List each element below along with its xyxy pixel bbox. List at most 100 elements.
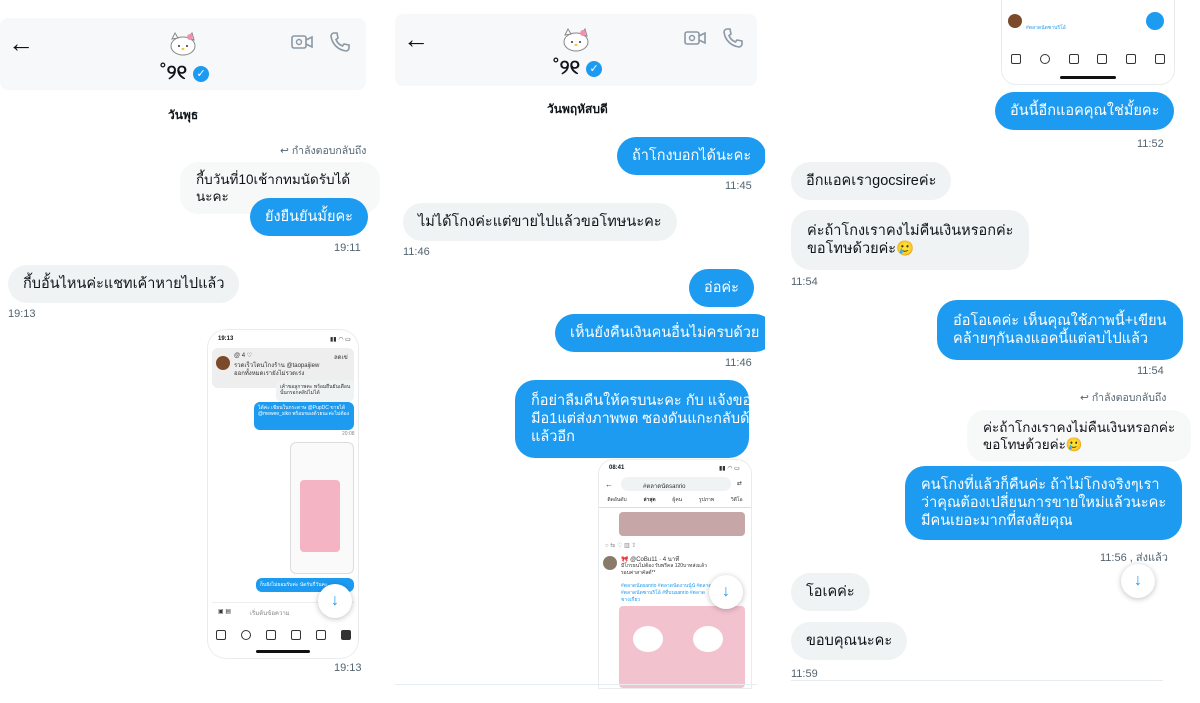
shot-tab-bar <box>208 628 358 642</box>
hello-kitty-avatar-icon[interactable] <box>166 30 200 58</box>
shot-kitty-face <box>693 626 723 652</box>
divider <box>791 680 1163 681</box>
message-timestamp: 11:59 <box>791 668 818 680</box>
contact-name-text: ˚୨୧ <box>553 57 581 79</box>
shot-tab-bar <box>1002 52 1174 66</box>
quoted-line: ขอโทษด้วยค่ะ🥲 <box>983 437 1083 452</box>
day-separator: วันพฤหัสบดี <box>547 102 608 116</box>
message-line: แล้วอีก <box>531 429 575 445</box>
verified-badge-icon: ✓ <box>193 65 210 82</box>
message-line: มีอ1แต่ส่งภาพพต ซองดันแกะกลับด้าน <box>531 411 765 427</box>
shot-status-time: 08:41 <box>609 465 625 471</box>
conversation-panel-2: ← ˚୨୧ ✓ วันพฤหัสบดี ถ้าโกงบอกได้นะคะ 11:… <box>395 0 765 703</box>
shot-notification-close: ลดเข่ <box>334 355 348 361</box>
shot-post-text: รอบค่าสาคัลต์** <box>621 570 656 576</box>
communities-icon <box>290 630 301 640</box>
shot-blue-time: 20:08 <box>342 431 355 437</box>
message-line: คนโกงที่แล้วก็คืนค่ะ ถ้าไม่โกงจริงๆเรา <box>921 477 1160 493</box>
shot-back-icon: ← <box>605 480 613 489</box>
shot-post-actions: ○ ⇆ ♡ ▥ ⇪ <box>605 543 637 549</box>
divider <box>395 684 757 685</box>
message-line: ก็อย่าลืมคืนให้ครบนะคะ กับ แจ้งของ <box>531 393 759 409</box>
communities-icon <box>1097 54 1108 64</box>
incoming-message[interactable]: ไม่ได้โกงค่ะแต่ขายไปแล้วขอโทษนะคะ <box>403 203 677 241</box>
phone-call-icon[interactable] <box>328 30 352 54</box>
compose-icon <box>1068 54 1079 64</box>
shot-tab: ล่าสุด <box>643 497 656 503</box>
message-timestamp: 11:46 <box>725 357 752 369</box>
shot-home-indicator <box>256 650 310 653</box>
message-line: ขอโทษด้วยค่ะ🥲 <box>807 241 915 257</box>
message-line: มีคนเยอะมากที่สงสัยคุณ <box>921 513 1073 529</box>
shot-tab: วิดีโอ <box>730 497 743 503</box>
search-icon <box>240 630 251 640</box>
scroll-down-button[interactable]: ↓ <box>709 575 743 609</box>
contact-name-text: ˚୨୧ <box>160 62 188 84</box>
shot-tab: ผู้คน <box>672 497 683 503</box>
conversation-panel-1: ← ˚୨୧ ✓ วันพุธ ↩ กำลังตอบกลับถึง กี้บวันท… <box>0 0 380 703</box>
shot-notification-text2: ออกทั้งหมดเรายังไม่รวดเร่ง <box>234 371 305 377</box>
video-call-icon[interactable] <box>290 30 314 54</box>
outgoing-message[interactable]: อ่อค่ะ <box>689 269 754 307</box>
message-line: ค่ะถ้าโกงเราคงไม่คืนเงินหรอกค่ะ <box>807 223 1014 239</box>
message-timestamp: 19:13 <box>8 308 36 320</box>
reply-label-text: กำลังตอบกลับถึง <box>1091 392 1167 404</box>
outgoing-message[interactable]: ก็อย่าลืมคืนให้ครบนะคะ กับ แจ้งของ มีอ1แ… <box>515 380 765 458</box>
video-call-icon[interactable] <box>683 26 707 50</box>
back-arrow-icon[interactable]: ← <box>403 26 429 52</box>
shot-notification-user: @ 4 ♡ <box>234 353 253 359</box>
shot-input-placeholder: เริ่มต้นข้อความ <box>250 611 290 617</box>
outgoing-message[interactable]: คนโกงที่แล้วก็คืนค่ะ ถ้าไม่โกงจริงๆเรา ว… <box>905 466 1183 540</box>
scroll-down-button[interactable]: ↓ <box>318 584 352 618</box>
outgoing-message[interactable]: เห็นยังคืนเงินคนอื่นไม่ครบด้วย <box>555 314 765 352</box>
quoted-message[interactable]: ค่ะถ้าโกงเราคงไม่คืนเงินหรอกค่ะ ขอโทษด้ว… <box>967 410 1192 462</box>
incoming-message[interactable]: โอเคค่ะ <box>791 573 870 611</box>
scroll-down-button[interactable]: ↓ <box>1121 564 1155 598</box>
phone-call-icon[interactable] <box>721 26 745 50</box>
bell-icon <box>1125 54 1136 64</box>
shot-kitty-face <box>633 626 663 652</box>
shot-image-icon: ▣ ▤ <box>218 609 232 615</box>
verified-badge-icon: ✓ <box>586 60 603 77</box>
reply-arrow-icon: ↩ <box>1080 391 1089 404</box>
home-icon <box>215 630 226 640</box>
reply-label-text: กำลังตอบกลับถึง <box>291 145 367 157</box>
back-arrow-icon[interactable]: ← <box>8 30 34 56</box>
incoming-message[interactable]: ค่ะถ้าโกงเราคงไม่คืนเงินหรอกค่ะ ขอโทษด้ว… <box>791 210 1030 270</box>
shot-fab <box>1146 12 1164 30</box>
shot-home-indicator <box>1060 76 1116 79</box>
replying-to-label: ↩ กำลังตอบกลับถึง <box>1080 389 1166 406</box>
message-timestamp: 19:11 <box>334 242 361 254</box>
reply-arrow-icon: ↩ <box>280 144 289 157</box>
shot-status-icons: ▮▮ ◠ ▭ <box>719 466 740 472</box>
attached-screenshot-image[interactable]: #ตลาดนัดซานริโอ้ <box>1002 0 1174 84</box>
shot-post-hashtags: ชางเกี่ยว <box>621 597 641 603</box>
incoming-message[interactable]: กี้บอั้นไหนค่ะแชทเค้าหายไปแล้ว <box>8 265 240 303</box>
contact-name: ˚୨୧ ✓ <box>160 62 210 85</box>
outgoing-message[interactable]: อ๋อโอเคค่ะ เห็นคุณใช้ภาพนี้+เขียน คล้ายๆ… <box>937 300 1183 360</box>
outgoing-message[interactable]: ยังยืนยันมั้ยคะ <box>250 198 368 236</box>
incoming-message[interactable]: อีกแอคเราgocsireค่ะ <box>791 162 952 200</box>
message-line: คล้ายๆกันลงแอคนี้แต่ลบไปแล้ว <box>953 331 1149 347</box>
conversation-panel-3: #ตลาดนัดซานริโอ้ อันนี้อีกแอคคุณใช่มั้ยค… <box>780 0 1200 703</box>
hello-kitty-avatar-icon[interactable] <box>559 26 593 54</box>
message-timestamp: 11:52 <box>1137 138 1164 150</box>
message-timestamp: 11:45 <box>725 180 752 192</box>
replying-to-label: ↩ กำลังตอบกลับถึง <box>280 142 366 159</box>
quoted-line: ค่ะถ้าโกงเราคงไม่คืนเงินหรอกค่ะ <box>983 420 1176 435</box>
message-timestamp: 19:13 <box>334 662 362 674</box>
attached-screenshot-image[interactable]: 08:41 ▮▮ ◠ ▭ ← #ตลาดนัดsanrio ⇄ ติดอันดั… <box>599 460 751 688</box>
message-timestamp: 11:46 <box>403 246 430 258</box>
shot-hashtag-text: #ตลาดนัดซานริโอ้ <box>1026 25 1066 31</box>
outgoing-message[interactable]: อันนี้อีกแอคคุณใช่มั้ยคะ <box>995 92 1175 130</box>
shot-blue-text: ได้ค่ะ เขียนในกระดาษ @PupDC ขายได้ @mewe… <box>258 405 350 417</box>
bell-icon <box>315 630 326 640</box>
outgoing-message[interactable]: ถ้าโกงบอกได้นะคะ <box>617 137 765 175</box>
compose-icon <box>265 630 276 640</box>
shot-hello-kitty-product <box>300 480 340 552</box>
shot-tab: ติดอันดับ <box>607 497 627 503</box>
incoming-message[interactable]: ขอบคุณนะคะ <box>791 622 908 660</box>
shot-filter-icon: ⇄ <box>737 481 743 487</box>
shot-status-time: 19:13 <box>218 336 234 342</box>
message-timestamp: 11:54 <box>1137 365 1164 377</box>
